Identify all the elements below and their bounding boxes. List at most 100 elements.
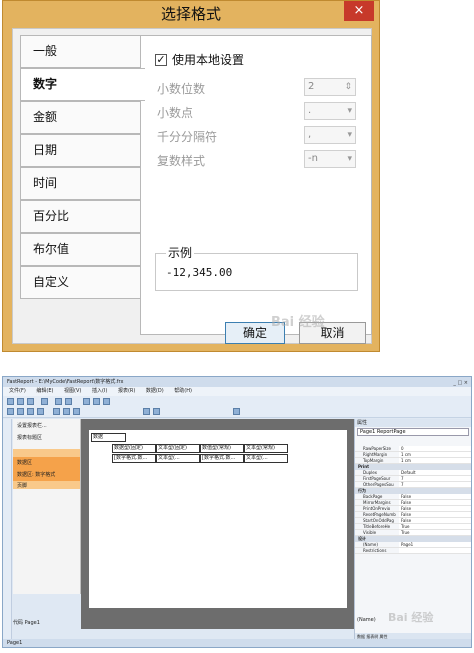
- prop-value[interactable]: Page1: [399, 542, 471, 547]
- decimal-digits-stepper[interactable]: 2 ⇕: [304, 78, 356, 96]
- prop-key: TopMargin: [363, 458, 384, 463]
- tab-general[interactable]: 一般: [20, 35, 141, 68]
- chevron-down-icon: ▾: [347, 130, 352, 140]
- prop-key: BackPage: [363, 494, 383, 499]
- chevron-down-icon: ▾: [347, 106, 352, 116]
- italic-icon[interactable]: [27, 408, 34, 415]
- prop-value[interactable]: [399, 548, 471, 553]
- decimal-separator-value: .: [308, 105, 312, 116]
- tab-custom[interactable]: 自定义: [20, 266, 141, 299]
- prop-value[interactable]: True: [399, 530, 471, 535]
- prop-value[interactable]: 7: [399, 482, 471, 487]
- prop-value[interactable]: False: [399, 512, 471, 517]
- prop-value[interactable]: 1 cm: [399, 458, 471, 463]
- title-band-item[interactable]: 报表标题区: [13, 434, 80, 441]
- negative-pattern-value: -n: [308, 153, 318, 164]
- status-bar: Page1: [3, 639, 471, 647]
- decimal-separator-label: 小数点: [157, 106, 194, 120]
- designer-titlebar: FastReport - E:\MyCode\FastReport\数字格式.f…: [3, 377, 471, 387]
- cell-r2c4[interactable]: 文本型(...: [244, 454, 288, 463]
- bold-icon[interactable]: [17, 408, 24, 415]
- prop-value[interactable]: 0: [399, 446, 471, 451]
- menu-view[interactable]: 视图(V): [64, 388, 81, 394]
- example-group: 示例 -12,345.00: [155, 244, 358, 291]
- align-left-icon[interactable]: [53, 408, 60, 415]
- prop-value[interactable]: False: [399, 500, 471, 505]
- prop-value[interactable]: 1 cm: [399, 452, 471, 457]
- tab-number[interactable]: 数字: [20, 68, 145, 101]
- negative-pattern-select[interactable]: -n ▾: [304, 150, 356, 168]
- align-center-icon[interactable]: [63, 408, 70, 415]
- prop-key: TitleBeforeHe: [363, 524, 391, 529]
- font-icon[interactable]: [7, 408, 14, 415]
- dialog-title: 选择格式: [160, 5, 221, 23]
- cell-r1c3[interactable]: 数值型(常规): [200, 444, 244, 453]
- close-icon[interactable]: ×: [344, 1, 374, 21]
- prop-key: Visible: [363, 530, 377, 535]
- designer-toolbar: [3, 396, 471, 418]
- cell-r1c4[interactable]: 文本型(常规): [244, 444, 288, 453]
- page-tabs[interactable]: 代码 Page1: [13, 619, 81, 628]
- screenshot-stage: 选择格式 × 一般 数字 金额 日期 时间 百分比 布尔值 自定义 ✓ 使用本地…: [0, 0, 474, 653]
- menu-data[interactable]: 数据(D): [146, 388, 164, 394]
- check-icon: ✓: [155, 52, 167, 66]
- prop-value[interactable]: False: [399, 518, 471, 523]
- align-right-icon[interactable]: [73, 408, 80, 415]
- tab-boolean[interactable]: 布尔值: [20, 233, 141, 266]
- object-selector[interactable]: Page1 ReportPage: [357, 428, 469, 436]
- prop-key: PrintOnPrevio: [363, 506, 391, 511]
- preview-icon[interactable]: [41, 398, 48, 405]
- prop-value[interactable]: True: [399, 524, 471, 529]
- redo-icon[interactable]: [65, 398, 72, 405]
- new-icon[interactable]: [7, 398, 14, 405]
- tab-date[interactable]: 日期: [20, 134, 141, 167]
- menu-file[interactable]: 文件(F): [9, 388, 26, 394]
- menu-report[interactable]: 报表(R): [118, 388, 135, 394]
- objects-toolbar[interactable]: [3, 419, 12, 641]
- data-band-item[interactable]: 数据区 数据区: 数字格式: [13, 457, 80, 481]
- prop-value[interactable]: False: [399, 506, 471, 511]
- chevron-down-icon: ▾: [347, 154, 352, 164]
- cell-r2c2[interactable]: 文本型(...: [156, 454, 200, 463]
- prop-key: ResetPageNumb: [363, 512, 396, 517]
- copy-icon[interactable]: [93, 398, 100, 405]
- cell-r1c1[interactable]: 数据型(固定): [112, 444, 156, 453]
- properties-toolbar[interactable]: [357, 437, 469, 445]
- paste-icon[interactable]: [103, 398, 110, 405]
- cell-r1c2[interactable]: 文本型(固定): [156, 444, 200, 453]
- cell-r2c3[interactable]: [数字格式.数...: [200, 454, 244, 463]
- menu-insert[interactable]: 插入(I): [92, 388, 107, 394]
- zoom-icon[interactable]: [233, 408, 240, 415]
- configure-bands-item[interactable]: 设置报表栏...: [13, 422, 80, 429]
- prop-row[interactable]: Restrictions: [355, 548, 471, 554]
- prop-value[interactable]: 7: [399, 476, 471, 481]
- tab-currency[interactable]: 金额: [20, 101, 141, 134]
- border-icon[interactable]: [143, 408, 150, 415]
- tab-time[interactable]: 时间: [20, 167, 141, 200]
- save-icon[interactable]: [27, 398, 34, 405]
- data-band-sublabel: 数据区: 数字格式: [17, 472, 56, 478]
- prop-value[interactable]: False: [399, 494, 471, 499]
- open-icon[interactable]: [17, 398, 24, 405]
- cell-r2c1[interactable]: [数字格式.数...: [112, 454, 156, 463]
- design-canvas: 数据 数据型(固定) 文本型(固定) 数值型(常规) 文本型(常规) [数字格式…: [81, 419, 354, 629]
- cut-icon[interactable]: [83, 398, 90, 405]
- use-local-settings-checkbox[interactable]: ✓ 使用本地设置: [155, 51, 244, 68]
- footer-band-item[interactable]: 页脚: [13, 482, 80, 489]
- menu-edit[interactable]: 编辑(E): [36, 388, 53, 394]
- report-page[interactable]: 数据 数据型(固定) 文本型(固定) 数值型(常规) 文本型(常规) [数字格式…: [89, 430, 347, 608]
- menu-help[interactable]: 帮助(H): [174, 388, 192, 394]
- window-buttons[interactable]: _ □ ×: [453, 378, 468, 388]
- tab-percent[interactable]: 百分比: [20, 200, 141, 233]
- fill-icon[interactable]: [153, 408, 160, 415]
- use-local-settings-label: 使用本地设置: [172, 53, 245, 67]
- prop-key: FirstPageSour: [363, 476, 391, 481]
- underline-icon[interactable]: [37, 408, 44, 415]
- property-description: (Name): [357, 617, 376, 623]
- group-separator-select[interactable]: , ▾: [304, 126, 356, 144]
- header-cell[interactable]: 数据: [91, 433, 126, 442]
- prop-value[interactable]: Default: [399, 470, 471, 475]
- undo-icon[interactable]: [55, 398, 62, 405]
- decimal-separator-select[interactable]: . ▾: [304, 102, 356, 120]
- prop-key: StartOnOddPag: [363, 518, 394, 523]
